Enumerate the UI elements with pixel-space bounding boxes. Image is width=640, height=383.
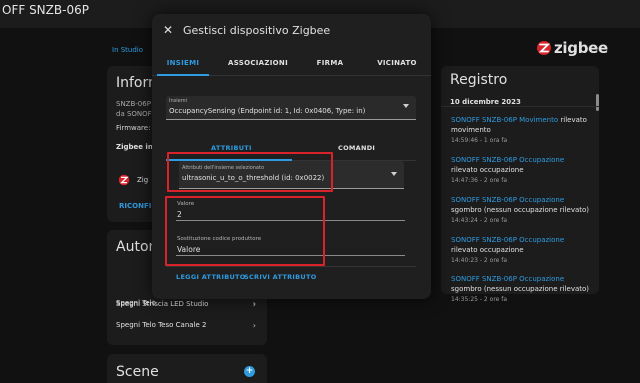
logbook-entry: SONOFF SNZB-06P Occupazione sgombro (nes… [451, 274, 591, 294]
close-icon[interactable]: ✕ [163, 23, 173, 37]
tab-attributes[interactable]: ATTRIBUTI [211, 144, 252, 152]
dropdown-arrow-icon [391, 172, 397, 176]
active-tab-indicator [157, 74, 209, 76]
logbook-entry: SONOFF SNZB-06P Occupazione rilevato occ… [451, 155, 591, 175]
logbook-entry-text: sgombro (nessun occupazione rilevato) [451, 206, 590, 214]
chevron-right-icon: › [252, 300, 256, 309]
dialog-tabs: INSIEMI ASSOCIAZIONI FIRMA VICINATO [152, 52, 431, 76]
actions-divider [166, 266, 416, 267]
logbook-entry: SONOFF SNZB-06P Occupazione rilevato occ… [451, 235, 591, 255]
device-model: SNZB-06P [116, 100, 151, 108]
scenes-card: Scene + [107, 354, 267, 383]
logbook-entry: SONOFF SNZB-06P Occupazione sgombro (nes… [451, 195, 591, 215]
logbook-entry-text: rilevato occupazione [451, 246, 524, 254]
tab-bindings[interactable]: ASSOCIAZIONI [228, 59, 288, 67]
logbook-entry-time: 14:59:46 - 1 ora fa [451, 137, 508, 144]
logbook-entry-time: 14:35:25 - 2 ore fa [451, 296, 508, 303]
logbook-entity-link[interactable]: SONOFF SNZB-06P Occupazione [451, 156, 564, 164]
read-attribute-button[interactable]: LEGGI ATTRIBUTO [176, 273, 246, 281]
scenes-title: Scene [116, 364, 159, 380]
cluster-select[interactable]: Insiemi OccupancySensing (Endpoint id: 1… [166, 96, 416, 120]
highlight-box-attribute [167, 152, 333, 192]
device-manufacturer: da SONOFF [116, 110, 156, 118]
logbook-entry-time: 14:43:24 - 2 ore fa [451, 217, 508, 224]
automation-item[interactable]: Spegni Striscia LED Studio › [116, 300, 258, 312]
tab-signature[interactable]: FIRMA [310, 59, 350, 67]
logbook-scrollbar[interactable] [596, 94, 599, 111]
automation-item[interactable]: Spegni Telo Teso Canale 2 › [116, 321, 258, 333]
logbook-entry-time: 14:47:36 - 2 ore fa [451, 177, 508, 184]
zigbee-logo: zigbee [536, 39, 608, 57]
logbook-entity-link[interactable]: SONOFF SNZB-06P Movimento [451, 116, 558, 124]
page-title: OFF SNZB-06P [2, 3, 89, 17]
dialog-title: Gestisci dispositivo Zigbee [183, 24, 331, 37]
highlight-box-fields [165, 196, 325, 266]
device-firmware: Firmware: ( [116, 124, 156, 132]
logbook-entity-link[interactable]: SONOFF SNZB-06P Occupazione [451, 236, 564, 244]
logbook-entry: SONOFF SNZB-06P Movimento rilevato movim… [451, 115, 591, 135]
logbook-entry-text: sgombro (nessun occupazione rilevato) [451, 285, 590, 293]
zigbee-logo-icon [537, 41, 551, 55]
logbook-entry-text: rilevato occupazione [451, 166, 524, 174]
tab-commands[interactable]: COMANDI [338, 144, 375, 152]
logbook-card: Registro 10 dicembre 2023 SONOFF SNZB-06… [441, 66, 599, 303]
logbook-date: 10 dicembre 2023 [450, 98, 521, 106]
dropdown-arrow-icon [403, 104, 409, 108]
chevron-right-icon: › [252, 321, 256, 330]
reconfigure-button[interactable]: RICONFI [119, 202, 151, 210]
zigbee-row-label: Zig [137, 176, 149, 184]
cluster-select-value: OccupancySensing (Endpoint id: 1, Id: 0x… [169, 107, 366, 115]
write-attribute-button[interactable]: SCRIVI ATTRIBUTO [244, 273, 317, 281]
logbook-entry-time: 14:40:23 - 2 ore fa [451, 257, 508, 264]
tab-neighbors[interactable]: VICINATO [372, 59, 422, 67]
plus-icon[interactable]: + [244, 366, 255, 377]
logbook-entity-link[interactable]: SONOFF SNZB-06P Occupazione [451, 196, 564, 204]
tab-clusters[interactable]: INSIEMI [160, 59, 206, 67]
zigbee-icon [118, 174, 130, 186]
logbook-title: Registro [450, 72, 508, 88]
breadcrumb-area-link[interactable]: In Studio [112, 46, 143, 54]
logbook-divider [441, 106, 599, 107]
cluster-select-label: Insiemi [169, 98, 187, 104]
automation-item-label: Spegni Striscia LED Studio [116, 300, 209, 308]
logbook-entity-link[interactable]: SONOFF SNZB-06P Occupazione [451, 275, 564, 283]
automation-item-label: Spegni Telo Teso Canale 2 [116, 321, 207, 329]
zigbee-logo-text: zigbee [554, 39, 608, 57]
